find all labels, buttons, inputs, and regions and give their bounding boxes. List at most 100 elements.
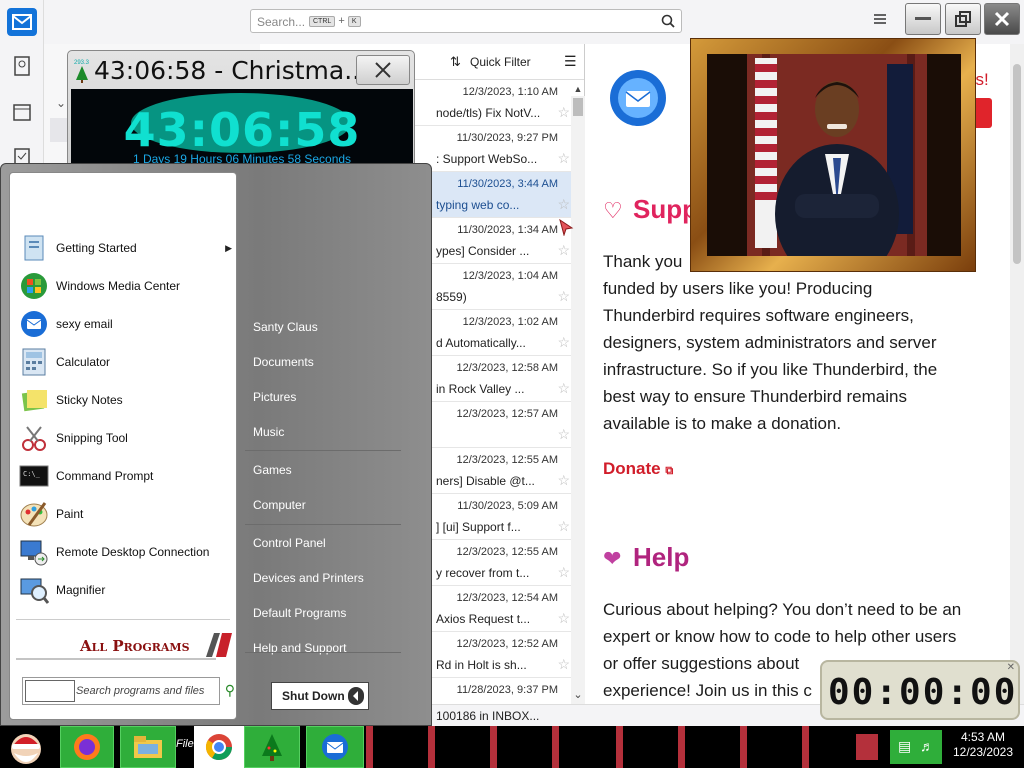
menu-separator — [245, 652, 401, 653]
start-program-windows-media-center[interactable]: Windows Media Center — [18, 269, 234, 303]
star-icon[interactable]: ☆ — [557, 104, 570, 121]
address-book-space-button[interactable] — [7, 52, 37, 80]
star-icon[interactable]: ☆ — [557, 150, 570, 167]
content-scrollbar[interactable] — [1010, 44, 1024, 704]
close-icon — [994, 11, 1010, 27]
star-icon[interactable]: ☆ — [557, 610, 570, 627]
start-link-games[interactable]: Games — [253, 463, 292, 477]
star-icon[interactable]: ☆ — [557, 288, 570, 305]
taskbar-thunderbird[interactable] — [306, 726, 364, 768]
all-programs-button[interactable]: All Programs — [16, 629, 232, 661]
start-program-remote-desktop-connection[interactable]: Remote Desktop Connection — [18, 535, 234, 569]
start-link-documents[interactable]: Documents — [253, 355, 314, 369]
christmas-countdown-window[interactable]: 293.3 43:06:58 - Christma... 43:06:58 1 … — [67, 50, 415, 170]
content-scroll-thumb[interactable] — [1013, 64, 1021, 264]
mail-space-button[interactable] — [7, 8, 37, 36]
list-options-icon[interactable]: ☰ — [564, 53, 577, 70]
widget-digits: 00:00:00 — [828, 672, 1018, 713]
start-search-input[interactable] — [25, 680, 75, 702]
start-link-default-programs[interactable]: Default Programs — [253, 606, 346, 620]
quick-filter-button[interactable]: Quick Filter — [470, 55, 531, 69]
photo-frame-gadget[interactable] — [690, 38, 976, 272]
shutdown-options-arrow-icon[interactable] — [348, 687, 364, 705]
message-row[interactable]: 12/3/2023, 12:55 AM y recover from t... ☆ — [414, 540, 572, 586]
message-row[interactable]: 12/3/2023, 12:57 AM ☆ — [414, 402, 572, 448]
message-row[interactable]: 12/3/2023, 1:10 AM node/tls) Fix NotV... ☆ — [414, 80, 572, 126]
start-program-getting-started[interactable]: Getting Started ▶ — [18, 231, 234, 265]
taskbar-chrome[interactable] — [194, 726, 244, 768]
close-button[interactable] — [984, 3, 1020, 35]
shutdown-button[interactable]: Shut Down — [271, 682, 369, 710]
start-program-command-prompt[interactable]: C:\_ Command Prompt — [18, 459, 234, 493]
star-icon[interactable]: ☆ — [557, 472, 570, 489]
tree-icon: 293.3 — [74, 60, 90, 84]
start-program-magnifier[interactable]: Magnifier — [18, 573, 234, 607]
message-row[interactable]: 12/3/2023, 1:02 AM d Automatically... ☆ — [414, 310, 572, 356]
star-icon[interactable]: ☆ — [557, 518, 570, 535]
start-link-music[interactable]: Music — [253, 425, 284, 439]
start-program-sticky-notes[interactable]: Sticky Notes — [18, 383, 234, 417]
message-row[interactable]: 11/30/2023, 5:09 AM] [ui] Support f... ☆ — [414, 494, 572, 540]
countdown-close-button[interactable] — [356, 55, 410, 85]
taskbar-explorer[interactable] — [120, 726, 176, 768]
hamburger-icon — [874, 14, 886, 24]
message-row[interactable]: 12/3/2023, 12:58 AM in Rock Valley ... ☆ — [414, 356, 572, 402]
calendar-space-button[interactable] — [7, 98, 37, 126]
taskbar-christmas-tree[interactable] — [244, 726, 300, 768]
countdown-timer-widget[interactable]: 00:00:00 ✕ — [820, 660, 1020, 720]
taskbar-firefox[interactable] — [60, 726, 114, 768]
message-row[interactable]: 11/30/2023, 9:27 PM: Support WebSo... ☆ — [414, 126, 572, 172]
global-search-input[interactable]: Search... CTRL + K — [250, 9, 682, 33]
message-row[interactable]: 11/30/2023, 3:44 AM typing web co... ☆ — [414, 172, 572, 218]
start-program-sexy-email[interactable]: sexy email — [18, 307, 234, 341]
start-button[interactable] — [4, 726, 48, 768]
scroll-up-arrow-icon[interactable]: ▲ — [571, 84, 585, 94]
volume-icon[interactable]: ♬ — [920, 738, 934, 754]
star-icon[interactable]: ☆ — [557, 380, 570, 397]
support-heart-icon: ♡ — [603, 198, 623, 223]
message-row[interactable]: 12/3/2023, 12:55 AM ners] Disable @t... ☆ — [414, 448, 572, 494]
minimize-button[interactable] — [905, 3, 941, 35]
message-row[interactable]: 12/3/2023, 1:04 AM 8559) ☆ — [414, 264, 572, 310]
start-search-box[interactable]: Search programs and files ⚲ — [22, 677, 235, 705]
network-icon[interactable]: ▤ — [898, 738, 911, 755]
start-link-computer[interactable]: Computer — [253, 498, 306, 512]
message-row[interactable]: 12/3/2023, 12:54 AM Axios Request t... ☆ — [414, 586, 572, 632]
start-program-snipping-tool[interactable]: Snipping Tool — [18, 421, 234, 455]
message-row[interactable]: 11/30/2023, 1:34 AM ypes] Consider ... ☆ — [414, 218, 572, 264]
widget-close-icon[interactable]: ✕ — [1007, 662, 1015, 673]
message-list-scrollbar[interactable] — [571, 96, 585, 704]
start-program-calculator[interactable]: Calculator — [18, 345, 234, 379]
start-program-paint[interactable]: Paint — [18, 497, 234, 531]
help-text-line: expert or know how to code to help other… — [603, 627, 957, 646]
start-link-devices-and-printers[interactable]: Devices and Printers — [253, 571, 364, 585]
close-icon — [375, 62, 391, 78]
app-menu-button[interactable] — [872, 12, 892, 30]
scroll-down-arrow-icon[interactable]: ⌄ — [571, 688, 585, 701]
star-icon[interactable]: ☆ — [557, 196, 570, 213]
taskbar-separator — [552, 726, 559, 768]
star-icon[interactable]: ☆ — [557, 656, 570, 673]
program-label: Windows Media Center — [56, 279, 181, 293]
scroll-thumb[interactable] — [573, 98, 583, 116]
program-label: Remote Desktop Connection — [56, 545, 210, 559]
star-icon[interactable]: ☆ — [557, 426, 570, 443]
star-icon[interactable]: ☆ — [557, 334, 570, 351]
message-row[interactable]: 12/3/2023, 12:52 AM Rd in Holt is sh... ☆ — [414, 632, 572, 678]
search-icon[interactable] — [661, 14, 675, 31]
status-count: 100186 in INBOX... — [436, 709, 540, 723]
donate-link[interactable]: Donate ⧉ — [603, 459, 673, 479]
restore-button[interactable] — [945, 3, 981, 35]
show-hidden-icons-button[interactable] — [856, 734, 878, 760]
calendar-icon — [13, 104, 31, 121]
taskbar-clock[interactable]: 4:53 AM 12/23/2023 — [944, 730, 1022, 760]
start-link-control-panel[interactable]: Control Panel — [253, 536, 326, 550]
star-icon[interactable]: ☆ — [557, 242, 570, 259]
message-row[interactable]: 11/28/2023, 9:37 PM☆ — [414, 678, 572, 704]
star-icon[interactable]: ☆ — [557, 564, 570, 581]
message-subject: ypes] Consider ... — [436, 244, 530, 258]
start-link-pictures[interactable]: Pictures — [253, 390, 296, 404]
support-text-line: available is to make a donation. — [603, 414, 842, 433]
start-link-santy-claus[interactable]: Santy Claus — [253, 320, 318, 334]
collapse-chevron-icon[interactable]: ⌄ — [56, 96, 66, 110]
